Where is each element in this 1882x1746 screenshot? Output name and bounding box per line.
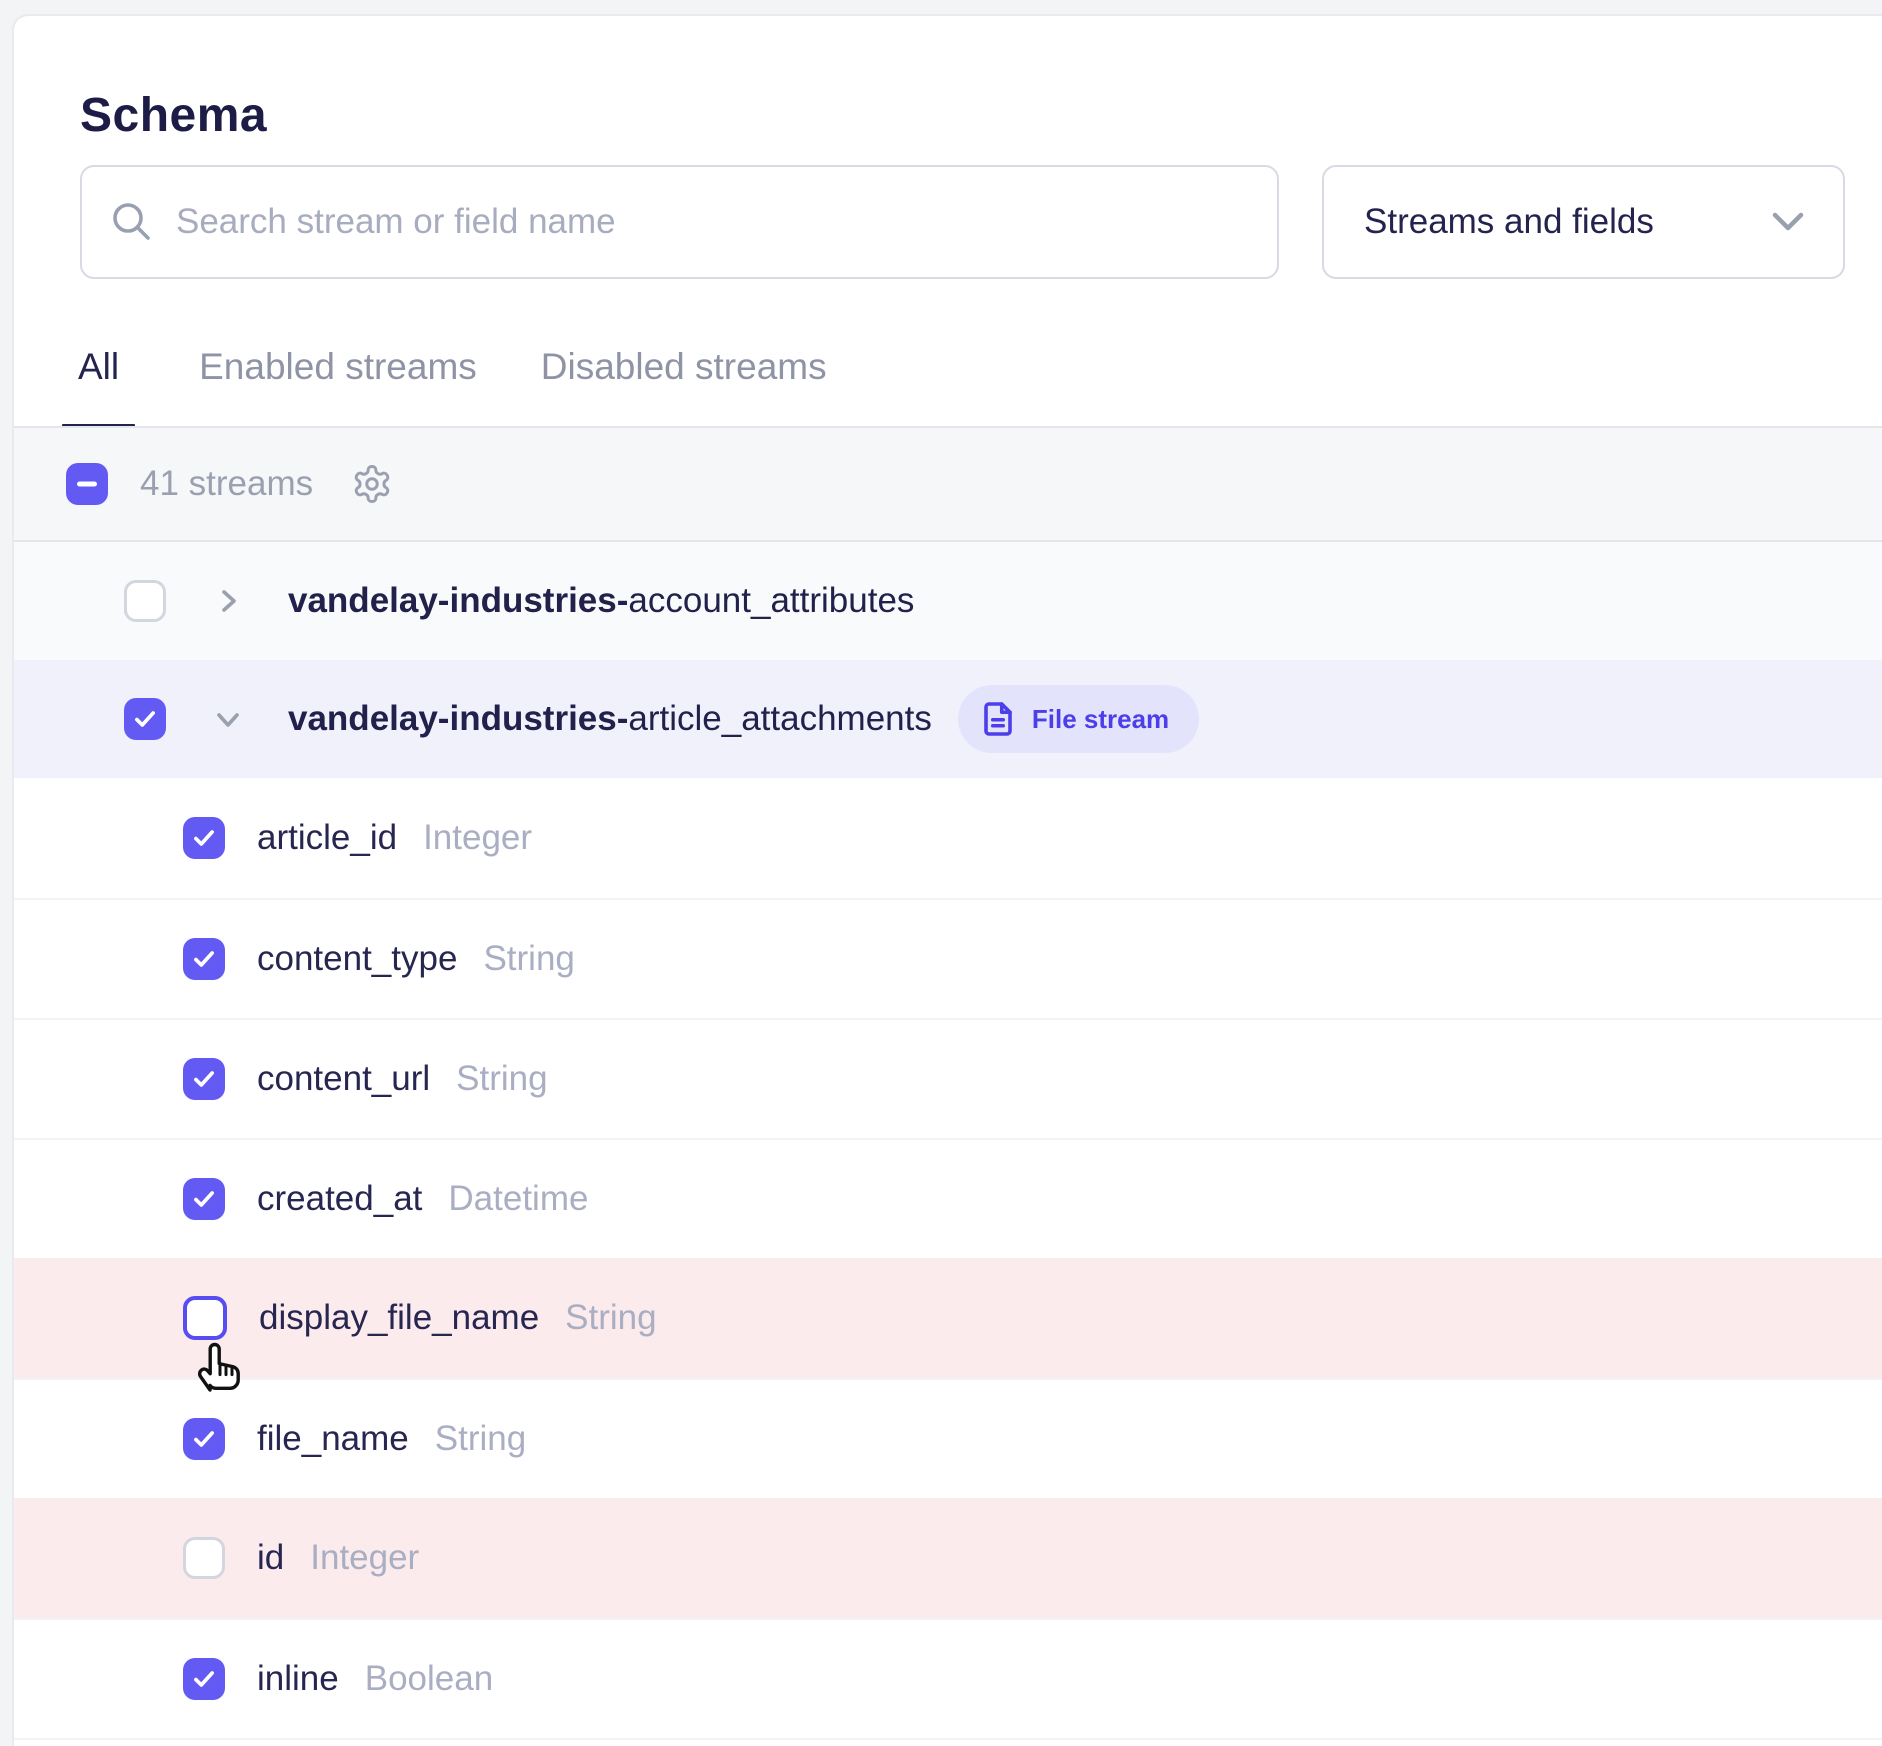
view-select-value: Streams and fields — [1364, 202, 1654, 242]
field-checkbox[interactable] — [183, 817, 225, 859]
field-checkbox[interactable] — [183, 1418, 225, 1460]
field-row[interactable]: article_id Integer — [14, 778, 1882, 898]
field-type: String — [435, 1419, 526, 1459]
field-type: Integer — [423, 818, 532, 858]
stream-list: vandelay-industries-account_attributes v… — [14, 542, 1882, 1746]
gear-icon[interactable] — [351, 463, 393, 505]
search-input[interactable] — [176, 169, 1257, 275]
file-stream-badge-label: File stream — [1032, 704, 1169, 735]
field-name: display_file_name — [259, 1298, 539, 1338]
field-type: Datetime — [448, 1179, 588, 1219]
streams-toolbar: 41 streams — [14, 426, 1882, 542]
field-row[interactable]: inline Boolean — [14, 1618, 1882, 1738]
stream-name: vandelay-industries-article_attachments — [288, 699, 932, 739]
field-checkbox[interactable] — [183, 1537, 225, 1579]
field-row[interactable]: content_type String — [14, 898, 1882, 1018]
tab-all[interactable]: All — [62, 346, 135, 430]
tab-disabled-streams[interactable]: Disabled streams — [541, 346, 827, 430]
file-text-icon — [980, 701, 1016, 737]
field-row-highlighted[interactable]: display_file_name String — [14, 1258, 1882, 1378]
chevron-down-icon[interactable] — [212, 703, 244, 735]
check-icon — [191, 1066, 217, 1092]
minus-icon — [75, 472, 99, 496]
check-icon — [191, 1186, 217, 1212]
select-all-checkbox[interactable] — [66, 463, 108, 505]
field-name: file_name — [257, 1419, 409, 1459]
stream-name: vandelay-industries-account_attributes — [288, 581, 914, 621]
field-row[interactable]: file_name String — [14, 1378, 1882, 1498]
stream-name-prefix: vandelay-industries- — [288, 581, 628, 620]
stream-name-suffix: article_attachments — [628, 699, 931, 738]
check-icon — [191, 1426, 217, 1452]
field-type: Boolean — [365, 1659, 493, 1699]
list-bottom-divider — [14, 1738, 1882, 1746]
field-checkbox[interactable] — [183, 1178, 225, 1220]
field-checkbox[interactable] — [183, 1658, 225, 1700]
field-type: String — [565, 1298, 656, 1338]
field-checkbox-hovered[interactable] — [183, 1296, 227, 1340]
field-name: created_at — [257, 1179, 422, 1219]
field-type: String — [483, 939, 574, 979]
field-row[interactable]: content_url String — [14, 1018, 1882, 1138]
stream-count-label: 41 streams — [140, 464, 313, 504]
field-type: String — [456, 1059, 547, 1099]
search-icon — [110, 200, 154, 244]
tab-enabled-streams[interactable]: Enabled streams — [199, 346, 477, 430]
field-checkbox[interactable] — [183, 938, 225, 980]
chevron-down-icon — [1771, 211, 1805, 233]
field-name: content_type — [257, 939, 457, 979]
field-row-highlighted[interactable]: id Integer — [14, 1498, 1882, 1618]
stream-name-suffix: account_attributes — [628, 581, 914, 620]
field-name: id — [257, 1538, 284, 1578]
field-row[interactable]: created_at Datetime — [14, 1138, 1882, 1258]
stream-checkbox[interactable] — [124, 580, 166, 622]
field-type: Integer — [310, 1538, 419, 1578]
field-name: inline — [257, 1659, 339, 1699]
check-icon — [191, 825, 217, 851]
field-checkbox[interactable] — [183, 1058, 225, 1100]
schema-card: Schema Streams and fields All Enabled st… — [12, 14, 1882, 1746]
check-icon — [191, 1666, 217, 1692]
check-icon — [132, 706, 158, 732]
view-select-dropdown[interactable]: Streams and fields — [1322, 165, 1845, 279]
field-name: article_id — [257, 818, 397, 858]
stream-filter-tabs: All Enabled streams Disabled streams — [62, 346, 827, 430]
chevron-right-icon[interactable] — [212, 585, 244, 617]
check-icon — [191, 946, 217, 972]
stream-checkbox[interactable] — [124, 698, 166, 740]
file-stream-badge: File stream — [958, 685, 1199, 753]
search-box — [80, 165, 1279, 279]
stream-row-selected[interactable]: vandelay-industries-article_attachments … — [14, 660, 1882, 778]
field-name: content_url — [257, 1059, 430, 1099]
stream-row[interactable]: vandelay-industries-account_attributes — [14, 542, 1882, 660]
stream-name-prefix: vandelay-industries- — [288, 699, 628, 738]
page-title: Schema — [80, 88, 267, 143]
